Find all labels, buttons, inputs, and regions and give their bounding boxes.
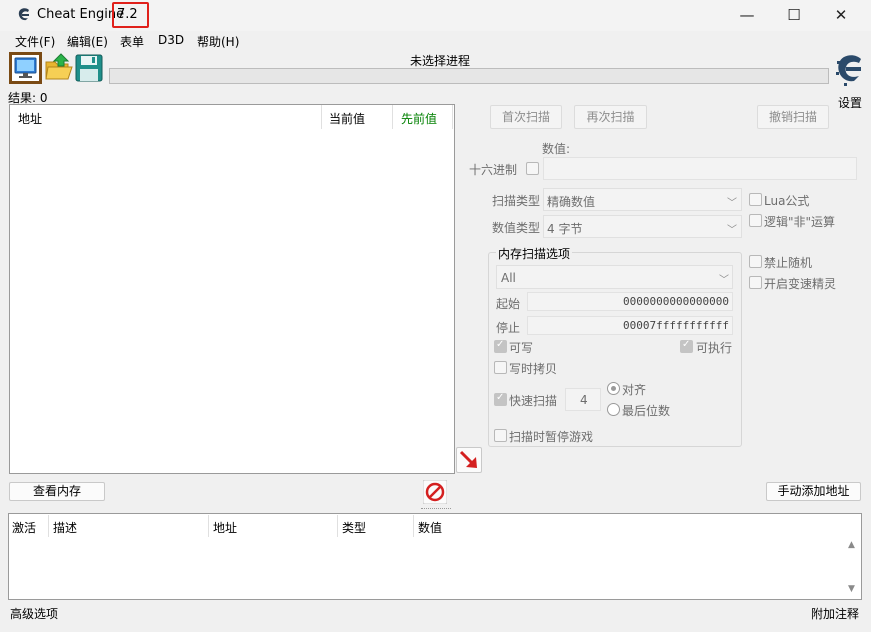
first-scan-button[interactable]: 首次扫描 <box>490 105 562 129</box>
status-bar <box>0 602 871 632</box>
scroll-up-arrow-icon[interactable]: ▲ <box>848 540 855 550</box>
scan-type-select[interactable]: 精确数值 ﹀ <box>543 188 742 211</box>
value-label: 数值: <box>542 142 571 156</box>
column-separator <box>392 105 393 129</box>
undo-scan-button[interactable]: 撤销扫描 <box>757 105 829 129</box>
hex-label: 十六进制 <box>469 163 518 177</box>
lua-formula-checkbox[interactable] <box>749 193 762 206</box>
start-address-input[interactable]: 0000000000000000 <box>527 292 733 311</box>
speedhack-checkbox[interactable] <box>749 276 762 289</box>
disable-random-checkbox[interactable] <box>749 255 762 268</box>
view-memory-button[interactable]: 查看内存 <box>9 482 105 501</box>
executable-checkbox[interactable] <box>680 339 693 353</box>
advanced-options-link[interactable]: 高级选项 <box>10 605 58 622</box>
executable-label: 可执行 <box>696 341 733 355</box>
column-separator <box>452 105 453 129</box>
scroll-down-arrow-icon[interactable]: ▼ <box>848 584 855 594</box>
pause-game-checkbox[interactable] <box>494 429 507 442</box>
stop-icon[interactable] <box>423 480 447 504</box>
maximize-button[interactable]: ☐ <box>771 0 817 31</box>
save-icon[interactable] <box>74 53 104 83</box>
select-process-icon <box>14 57 37 78</box>
column-address[interactable]: 地址 <box>213 519 237 536</box>
copy-on-write-checkbox[interactable] <box>494 361 507 374</box>
table-extras-link[interactable]: 附加注释 <box>811 605 859 622</box>
stop-label: 停止 <box>496 321 521 335</box>
cheat-engine-logo[interactable] <box>834 52 866 90</box>
column-previous-value[interactable]: 先前值 <box>401 110 437 127</box>
logical-not-label: 逻辑"非"运算 <box>764 215 836 229</box>
memory-scan-options-title: 内存扫描选项 <box>496 245 573 262</box>
minimize-button[interactable]: — <box>724 0 770 31</box>
disable-random-label: 禁止随机 <box>764 256 813 270</box>
start-address-value: 0000000000000000 <box>623 295 729 308</box>
lua-formula-label: Lua公式 <box>764 194 810 208</box>
menu-file[interactable]: 文件(F) <box>15 33 55 50</box>
value-type-label: 数值类型 <box>492 221 541 235</box>
memory-region-value: All <box>501 271 516 285</box>
column-current-value[interactable]: 当前值 <box>329 110 365 127</box>
writable-checkbox[interactable] <box>494 339 507 353</box>
value-type-select[interactable]: 4 字节 ﹀ <box>543 215 742 238</box>
menu-help[interactable]: 帮助(H) <box>197 33 239 50</box>
column-type[interactable]: 类型 <box>342 519 366 536</box>
align-label: 对齐 <box>622 383 647 397</box>
chevron-down-icon: ﹀ <box>727 225 737 236</box>
fast-scan-label: 快速扫描 <box>509 394 558 408</box>
chevron-down-icon: ﹀ <box>719 275 729 286</box>
close-button[interactable]: ✕ <box>818 0 864 31</box>
settings-link[interactable]: 设置 <box>838 94 862 111</box>
scan-type-label: 扫描类型 <box>492 194 541 208</box>
stop-address-value: 00007fffffffffff <box>623 319 729 332</box>
menu-table[interactable]: 表单 <box>120 33 144 50</box>
splitter-handle[interactable] <box>421 508 451 510</box>
memory-region-select[interactable]: All ﹀ <box>496 265 733 289</box>
writable-label: 可写 <box>509 341 534 355</box>
cheat-engine-app-icon <box>18 8 29 21</box>
add-address-manually-button[interactable]: 手动添加地址 <box>766 482 861 501</box>
fast-scan-alignment-input[interactable]: 4 <box>565 388 601 411</box>
select-process-button[interactable] <box>9 52 42 84</box>
next-scan-button[interactable]: 再次扫描 <box>574 105 647 129</box>
menu-edit[interactable]: 编辑(E) <box>67 33 108 50</box>
last-digits-radio[interactable] <box>607 403 620 416</box>
add-to-address-list-button[interactable] <box>456 447 482 473</box>
fast-scan-alignment-value: 4 <box>580 393 588 407</box>
copy-on-write-label: 写时拷贝 <box>509 362 558 376</box>
column-separator <box>413 515 414 537</box>
column-active[interactable]: 激活 <box>12 519 36 536</box>
scan-type-value: 精确数值 <box>547 195 596 209</box>
column-separator <box>208 515 209 537</box>
logical-not-checkbox[interactable] <box>749 214 762 227</box>
chevron-down-icon: ﹀ <box>727 198 737 209</box>
fast-scan-checkbox[interactable] <box>494 392 507 406</box>
column-separator <box>337 515 338 537</box>
column-description[interactable]: 描述 <box>53 519 77 536</box>
scan-progress-bar <box>109 68 829 84</box>
pause-game-label: 扫描时暂停游戏 <box>509 430 594 444</box>
found-address-list[interactable] <box>9 104 455 474</box>
align-radio[interactable] <box>607 382 620 395</box>
stop-address-input[interactable]: 00007fffffffffff <box>527 316 733 335</box>
column-value[interactable]: 数值 <box>418 519 442 536</box>
menu-d3d[interactable]: D3D <box>158 33 184 47</box>
value-type-value: 4 字节 <box>547 222 583 236</box>
hex-checkbox[interactable] <box>526 162 539 175</box>
open-file-icon[interactable] <box>44 53 74 83</box>
process-title: 未选择进程 <box>410 54 471 68</box>
column-separator <box>48 515 49 537</box>
window-version: 7.2 <box>117 7 138 22</box>
red-arrow-icon <box>459 450 477 468</box>
column-separator <box>321 105 322 129</box>
column-address[interactable]: 地址 <box>18 110 42 127</box>
speedhack-label: 开启变速精灵 <box>764 277 837 291</box>
start-label: 起始 <box>496 297 521 311</box>
last-digits-label: 最后位数 <box>622 404 671 418</box>
value-input[interactable] <box>543 157 857 180</box>
